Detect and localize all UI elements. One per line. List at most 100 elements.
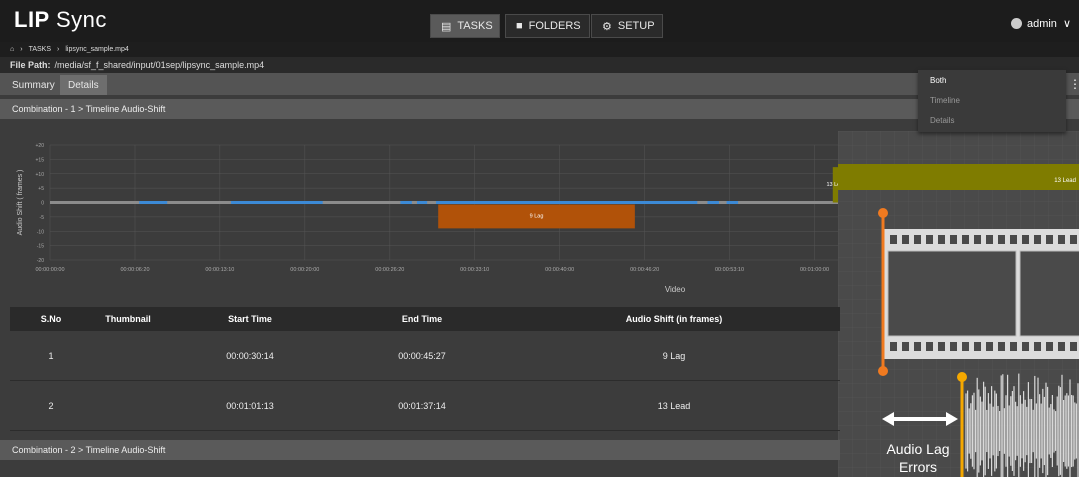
x-tick-label: 00:00:00:00 [35, 267, 64, 273]
x-tick-label: 00:00:20:00 [290, 267, 319, 273]
film-perforation [1022, 235, 1029, 244]
col-audio-shift[interactable]: Audio Shift (in frames) [508, 307, 840, 331]
y-axis-label: Audio Shift ( frames ) [17, 170, 24, 236]
menu-item-timeline[interactable]: Timeline [918, 90, 1066, 110]
film-perforation [902, 342, 909, 351]
orange-marker-top [878, 208, 888, 218]
audio-shift-chart: +20 +15 +10 +5 0 -5 -10 -15 -20 00:00:00:00 00:00:… [10, 135, 840, 300]
film-perforation [1070, 235, 1077, 244]
film-perforation [938, 342, 945, 351]
x-tick-label: 00:00:46:20 [630, 267, 659, 273]
table-row[interactable]: 1 00:00:30:14 00:00:45:27 9 Lag [10, 331, 840, 381]
film-perforation [902, 235, 909, 244]
x-tick-label: 00:00:53:10 [715, 267, 744, 273]
tasks-icon: ▤ [441, 20, 452, 33]
col-end-time[interactable]: End Time [336, 307, 508, 331]
y-tick-label: -20 [37, 258, 44, 264]
film-perforation [998, 235, 1005, 244]
lead-bar-label: 13 Lead [1054, 178, 1076, 184]
nav-folders-button[interactable]: ■ FOLDERS [505, 14, 590, 38]
film-perforation [986, 342, 993, 351]
film-perforation [1034, 235, 1041, 244]
cell-thumbnail [92, 380, 164, 431]
film-perforation [1058, 342, 1065, 351]
film-perforation [974, 342, 981, 351]
film-perforation [926, 342, 933, 351]
film-perforation [950, 235, 957, 244]
film-perforation [998, 342, 1005, 351]
user-avatar-icon [1010, 18, 1022, 29]
y-tick-label: -15 [37, 244, 44, 250]
film-perforation [1058, 235, 1065, 244]
film-perforation [1010, 235, 1017, 244]
film-perforation [1010, 342, 1017, 351]
film-perforation [1046, 235, 1053, 244]
film-perforation [950, 342, 957, 351]
cell-sno: 2 [10, 380, 92, 431]
x-tick-label: 00:00:06:20 [120, 267, 149, 273]
film-perforation [938, 235, 945, 244]
illustration-svg: 13 Lead Audio Lag Errors [838, 131, 1079, 477]
top-bar: LIP Sync ▤ TASKS ■ FOLDERS ⚙ SETUP admin… [0, 0, 1079, 42]
film-perforation [1046, 342, 1053, 351]
lipsync-illustration: 13 Lead Audio Lag Errors [838, 131, 1079, 477]
combination-2-header[interactable]: Combination - 2 > Timeline Audio-Shift [0, 440, 840, 460]
film-perforation [974, 235, 981, 244]
film-perforation [986, 235, 993, 244]
nav-setup-button[interactable]: ⚙ SETUP [591, 14, 663, 38]
folder-icon: ■ [516, 20, 523, 32]
table-header-row: S.No Thumbnail Start Time End Time Audio… [10, 307, 840, 331]
y-tick-label: +10 [36, 172, 45, 178]
col-start-time[interactable]: Start Time [164, 307, 336, 331]
yellow-marker-top [957, 372, 967, 382]
breadcrumb-separator-icon: › [57, 46, 60, 53]
tab-summary[interactable]: Summary [4, 75, 63, 95]
cell-audio-shift: 9 Lag [508, 331, 840, 381]
col-thumbnail[interactable]: Thumbnail [92, 307, 164, 331]
view-menu: Both Timeline Details [918, 70, 1066, 132]
combination-1-title: Combination - 1 > Timeline Audio-Shift [12, 104, 166, 114]
chevron-down-icon: ∨ [1062, 18, 1071, 30]
cell-sno: 1 [10, 331, 92, 381]
breadcrumb-file: lipsync_sample.mp4 [65, 46, 129, 53]
tab-details[interactable]: Details [60, 75, 107, 95]
audio-shift-table: S.No Thumbnail Start Time End Time Audio… [10, 307, 840, 431]
film-strip [884, 229, 1079, 359]
menu-item-details[interactable]: Details [918, 110, 1066, 130]
breadcrumb: ⌂ › TASKS › lipsync_sample.mp4 [0, 42, 1079, 57]
file-path-label: File Path: [10, 60, 51, 70]
x-tick-label: 00:00:40:00 [545, 267, 574, 273]
film-perforation [926, 235, 933, 244]
cell-thumbnail [92, 331, 164, 381]
x-tick-label: 00:00:26:20 [375, 267, 404, 273]
x-tick-label: 00:00:13:10 [205, 267, 234, 273]
table-row[interactable]: 2 00:01:01:13 00:01:37:14 13 Lead [10, 380, 840, 431]
nav-tasks-button[interactable]: ▤ TASKS [430, 14, 500, 38]
breadcrumb-separator-icon: › [20, 46, 23, 53]
cell-audio-shift: 13 Lead [508, 380, 840, 431]
user-menu[interactable]: admin ∨ [1010, 17, 1071, 30]
combination-2-title: Combination - 2 > Timeline Audio-Shift [12, 445, 166, 455]
film-perforation [1022, 342, 1029, 351]
y-tick-label: -5 [40, 215, 45, 221]
cell-start-time: 00:01:01:13 [164, 380, 336, 431]
col-sno[interactable]: S.No [10, 307, 92, 331]
x-tick-label: 00:01:00:00 [800, 267, 829, 273]
film-perforation [914, 235, 921, 244]
overlay-label-line2: Errors [899, 459, 937, 475]
film-perforation [890, 342, 897, 351]
overlay-label-line1: Audio Lag [886, 441, 949, 457]
film-perforation [1034, 342, 1041, 351]
home-icon[interactable]: ⌂ [10, 46, 14, 53]
kebab-menu-icon[interactable]: ⋮ [1069, 77, 1079, 93]
y-tick-label: -10 [37, 229, 44, 235]
cell-end-time: 00:01:37:14 [336, 380, 508, 431]
shift-segment-label: 9 Lag [530, 213, 544, 219]
menu-item-both[interactable]: Both [918, 70, 1066, 90]
breadcrumb-tasks[interactable]: TASKS [29, 46, 51, 53]
y-tick-label: +5 [38, 186, 44, 192]
lead-bar [838, 164, 1079, 190]
cell-end-time: 00:00:45:27 [336, 331, 508, 381]
app-logo[interactable]: LIP Sync [14, 7, 107, 33]
gear-icon: ⚙ [602, 20, 612, 33]
